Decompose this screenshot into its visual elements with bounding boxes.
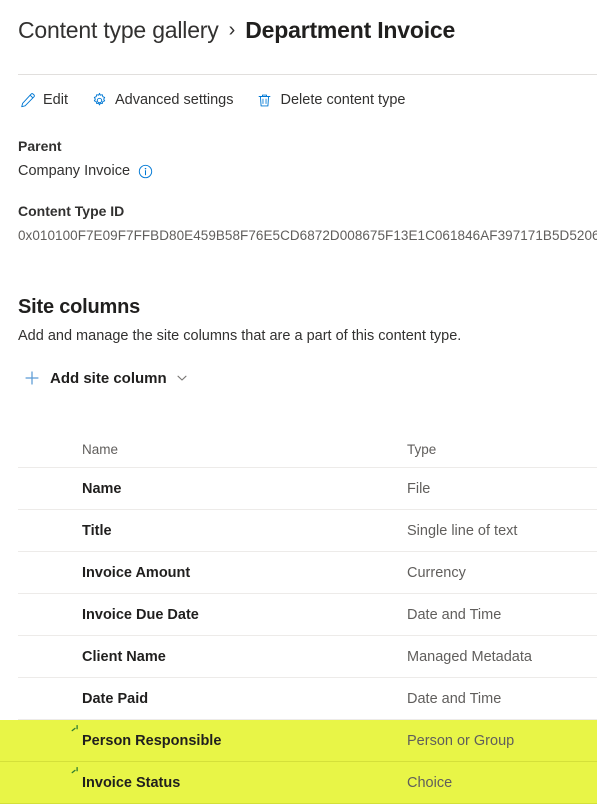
row-name: Date Paid — [82, 691, 149, 707]
row-name-cell: Invoice Status — [71, 766, 407, 791]
row-type: Single line of text — [407, 523, 518, 539]
breadcrumb-chevron-icon: › — [228, 19, 236, 41]
breadcrumb: Content type gallery › Department Invoic… — [0, 0, 597, 52]
edit-button[interactable]: Edit — [18, 91, 68, 109]
delete-content-type-button-label: Delete content type — [280, 92, 406, 108]
parent-field: Parent Company Invoice — [18, 138, 153, 179]
row-divider — [0, 803, 597, 804]
advanced-settings-button[interactable]: Advanced settings — [90, 91, 234, 109]
parent-field-value-row: Company Invoice — [18, 163, 153, 179]
row-type: Currency — [407, 565, 466, 581]
site-columns-table: Name Type Name File Title Single line of… — [0, 430, 597, 804]
row-type: Person or Group — [407, 733, 515, 749]
plus-icon — [22, 368, 42, 388]
add-site-column-button[interactable]: Add site column — [22, 368, 188, 388]
edit-button-label: Edit — [43, 92, 68, 108]
row-name: Invoice Due Date — [82, 607, 199, 623]
row-name: Invoice Status — [82, 775, 181, 791]
row-name-cell: Person Responsible — [71, 724, 407, 749]
table-row[interactable]: Invoice Status Choice — [0, 762, 597, 804]
column-header-type: Type — [407, 441, 437, 457]
info-icon[interactable] — [138, 164, 153, 179]
site-columns-description: Add and manage the site columns that are… — [18, 328, 462, 344]
row-name: Title — [82, 523, 112, 539]
row-name: Person Responsible — [82, 733, 222, 749]
page-title: Department Invoice — [245, 16, 456, 43]
table-row[interactable]: Name File — [0, 468, 597, 510]
row-type: Date and Time — [407, 691, 502, 707]
row-name: Client Name — [82, 649, 166, 665]
column-header-name: Name — [82, 441, 119, 457]
new-item-sparkle-icon — [70, 766, 82, 778]
table-header-row: Name Type — [0, 430, 597, 468]
site-columns-section: Site columns Add and manage the site col… — [18, 296, 597, 344]
row-type: File — [407, 481, 431, 497]
table-row[interactable]: Invoice Due Date Date and Time — [0, 594, 597, 636]
advanced-settings-button-label: Advanced settings — [115, 92, 234, 108]
row-type: Date and Time — [407, 607, 502, 623]
parent-field-label: Parent — [18, 138, 62, 154]
delete-content-type-button[interactable]: Delete content type — [256, 91, 406, 109]
row-type: Managed Metadata — [407, 649, 532, 665]
header-divider — [18, 74, 597, 75]
breadcrumb-parent-link[interactable]: Content type gallery — [18, 17, 219, 44]
content-type-id-field: Content Type ID 0x010100F7E09F7FFBD80E45… — [18, 203, 597, 243]
chevron-down-icon[interactable] — [176, 372, 188, 384]
new-item-sparkle-icon — [70, 724, 82, 736]
table-row[interactable]: Date Paid Date and Time — [0, 678, 597, 720]
table-row[interactable]: Person Responsible Person or Group — [0, 720, 597, 762]
content-type-id-label: Content Type ID — [18, 203, 125, 219]
parent-field-value: Company Invoice — [18, 163, 131, 179]
row-type: Choice — [407, 775, 453, 791]
content-type-id-value: 0x010100F7E09F7FFBD80E459B58F76E5CD6872D… — [18, 228, 597, 243]
command-bar: Edit Advanced settings Delete content ty… — [18, 87, 427, 113]
table-row[interactable]: Client Name Managed Metadata — [0, 636, 597, 678]
site-columns-title: Site columns — [18, 296, 141, 318]
table-row[interactable]: Invoice Amount Currency — [0, 552, 597, 594]
row-name: Invoice Amount — [82, 565, 191, 581]
gear-icon — [90, 91, 108, 109]
pencil-icon — [18, 91, 36, 109]
table-row[interactable]: Title Single line of text — [0, 510, 597, 552]
add-site-column-label: Add site column — [50, 369, 167, 387]
trash-icon — [256, 91, 274, 109]
row-name: Name — [82, 481, 122, 497]
